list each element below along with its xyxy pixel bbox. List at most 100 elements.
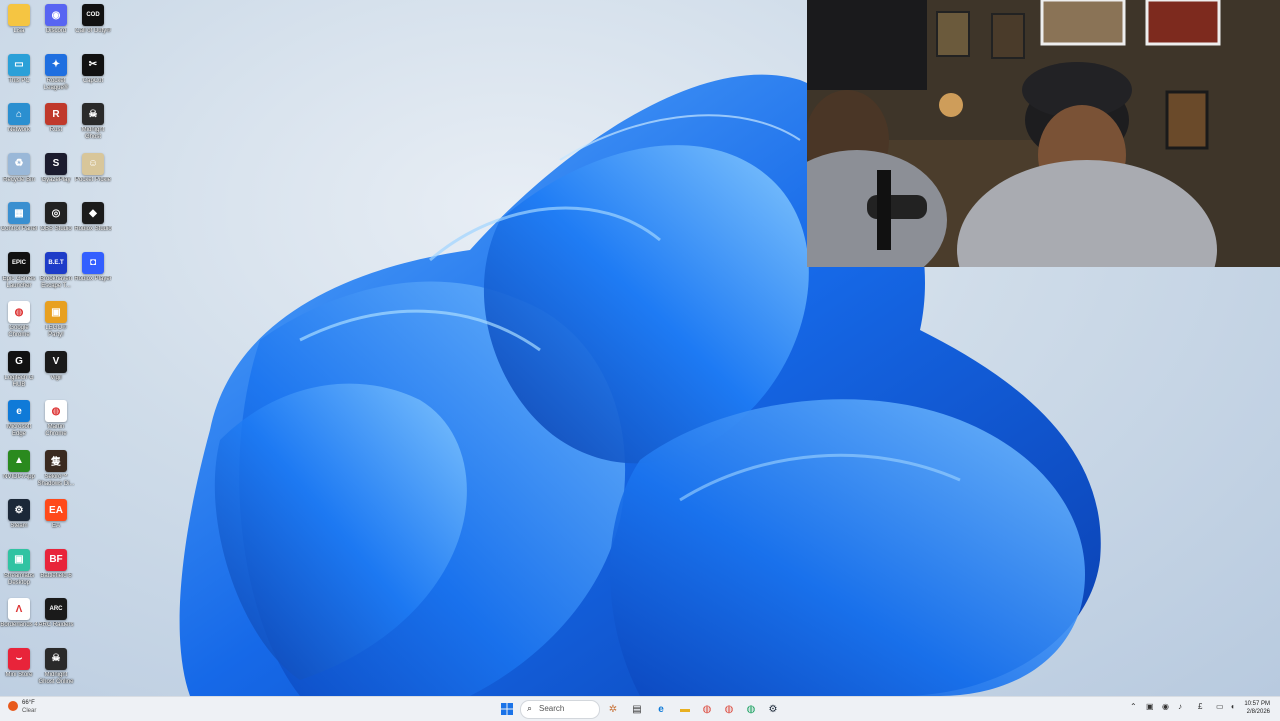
desktop-icon-rust[interactable]: R Rust bbox=[37, 103, 75, 153]
edge-taskbar[interactable]: e bbox=[652, 700, 670, 718]
chevron-up-icon[interactable]: ⌃ bbox=[1130, 702, 1137, 711]
nvidia-icon: ▲ bbox=[8, 449, 30, 472]
desktop-icon-label: Network bbox=[7, 127, 30, 133]
desktop-icon-rocket-league[interactable]: ✦ Rocket League® bbox=[37, 53, 75, 104]
discord-icon: ◉ bbox=[45, 4, 67, 26]
borderlands-icon: Λ bbox=[8, 598, 30, 620]
pocket-pickle-icon: ☺ bbox=[82, 152, 104, 175]
desktop-icon-chrome[interactable]: ◍ Google Chrome bbox=[0, 301, 38, 351]
desktop: Lisa ◉ Discord COD Call of Duty® ▭ This PC ✦ Roc… bbox=[0, 0, 1280, 696]
desktop-icon-capcut[interactable]: ✂ CapCut bbox=[74, 53, 112, 104]
desktop-icon-label: Vigil bbox=[50, 374, 62, 381]
steam-icon: ⚙ bbox=[8, 499, 30, 521]
copilot-button[interactable]: ✲ bbox=[604, 700, 622, 718]
desktop-icon-midnight-ghost-online[interactable]: ☠ Midnight Ghost Online bbox=[37, 647, 75, 697]
desktop-icon-label: Roblox Studio bbox=[74, 226, 112, 232]
chrome-icon: ◍ bbox=[702, 703, 712, 715]
weather-icon bbox=[8, 701, 18, 711]
rust-icon: R bbox=[45, 103, 67, 125]
steam-icon: ⚙ bbox=[768, 703, 778, 715]
call-of-duty-icon: COD bbox=[82, 4, 104, 26]
sekiro-icon: 隻 bbox=[45, 449, 67, 472]
desktop-icon-label: Discord bbox=[45, 28, 67, 34]
start-button[interactable] bbox=[498, 700, 516, 718]
desktop-icon-label: Call of Duty® bbox=[75, 28, 111, 34]
desktop-icon-epic-games[interactable]: EPIC Epic Games Launcher bbox=[0, 251, 38, 302]
desktop-icon-pocket-pickle[interactable]: ☺ Pocket Pickle bbox=[74, 152, 112, 203]
taskbar: 66°F Clear ⌕ Search ✲ ▤ e ▬ ◍ ◍ ◍ ⚙ ⌃ ▣ … bbox=[0, 696, 1280, 721]
desktop-icon-label: This PC bbox=[8, 77, 30, 84]
mini-store-icon: ⌣ bbox=[8, 647, 30, 670]
desktop-icon-label: Battlefield 6 bbox=[40, 572, 72, 579]
desktop-icon-lego-party[interactable]: ▣ LEGO® Party! bbox=[37, 301, 75, 351]
desktop-icon-midnight-ghost[interactable]: ☠ Midnight Ghost bbox=[74, 103, 112, 153]
logitech-icon: G bbox=[8, 350, 30, 373]
desktop-icon-vigil[interactable]: V Vigil bbox=[37, 350, 75, 401]
desktop-icon-recycle-bin[interactable]: ♻ Recycle Bin bbox=[0, 152, 38, 203]
desktop-icon-gyaze[interactable]: S GyazePlay bbox=[37, 152, 75, 203]
desktop-icon-ea[interactable]: EA EA bbox=[37, 499, 75, 549]
task-view-button[interactable]: ▤ bbox=[628, 700, 646, 718]
desktop-icon-discord[interactable]: ◉ Discord bbox=[37, 4, 75, 54]
desktop-icon-control-panel[interactable]: ▦ Control Panel bbox=[0, 202, 38, 252]
desktop-icon-roblox-studio[interactable]: ◆ Roblox Studio bbox=[74, 202, 112, 252]
lego-party-icon: ▣ bbox=[45, 301, 67, 323]
steam-taskbar[interactable]: ⚙ bbox=[764, 700, 782, 718]
desktop-icon-logitech[interactable]: G Logitech G HUB bbox=[0, 350, 38, 401]
weather-widget[interactable]: 66°F Clear bbox=[8, 700, 48, 718]
taskbar-search[interactable]: ⌕ Search bbox=[520, 700, 600, 719]
desktop-icon-label: Mini Store bbox=[5, 671, 33, 678]
desktop-icon-label: OBS Studio bbox=[40, 226, 72, 232]
tray-app-icon[interactable]: ◉ bbox=[1162, 702, 1169, 711]
search-icon: ⌕ bbox=[527, 703, 533, 713]
computer-icon: ▭ bbox=[8, 53, 30, 76]
desktop-icon-label: Midnight Ghost bbox=[81, 127, 105, 140]
desktop-icon-battlefield[interactable]: BF Battlefield 6 bbox=[37, 548, 75, 599]
weather-temp: 66°F bbox=[22, 700, 35, 706]
obs-icon: ◎ bbox=[45, 202, 67, 224]
chrome-profile-taskbar[interactable]: ◍ bbox=[720, 700, 738, 718]
desktop-icon-folder[interactable]: Lisa bbox=[0, 4, 38, 54]
clock-time: 10:57 PM bbox=[1244, 701, 1270, 707]
file-explorer-taskbar[interactable]: ▬ bbox=[676, 700, 694, 718]
clock[interactable]: 10:57 PM 2/8/2026 bbox=[1244, 700, 1270, 716]
chrome-profile2-taskbar[interactable]: ◍ bbox=[742, 700, 760, 718]
desktop-icon-edge[interactable]: e Microsoft Edge bbox=[0, 400, 38, 450]
desktop-icon-label: Roblox Player bbox=[74, 275, 112, 282]
language-icon[interactable]: £ bbox=[1198, 702, 1202, 711]
edge-icon: e bbox=[8, 400, 30, 422]
network-icon[interactable]: ▭ bbox=[1216, 702, 1224, 711]
desktop-icon-obs[interactable]: ◎ OBS Studio bbox=[37, 202, 75, 252]
weather-condition: Clear bbox=[22, 708, 37, 714]
desktop-icon-arc-raiders[interactable]: ARC ARC Raiders bbox=[37, 598, 75, 648]
desktop-icon-label: Control Panel bbox=[0, 226, 38, 232]
microphone-icon[interactable]: ♪ bbox=[1178, 702, 1182, 711]
folder-icon bbox=[8, 4, 30, 26]
desktop-icon-bet[interactable]: B.E.T Brookhaven Escape T... bbox=[37, 251, 75, 302]
desktop-icon-label: Martin Chrome bbox=[45, 424, 67, 437]
desktop-icon-label: Rust bbox=[49, 127, 63, 133]
chrome-taskbar[interactable]: ◍ bbox=[698, 700, 716, 718]
desktop-icon-steam[interactable]: ⚙ Steam bbox=[0, 499, 38, 549]
rocket-league-icon: ✦ bbox=[45, 53, 67, 76]
desktop-icon-mini-store[interactable]: ⌣ Mini Store bbox=[0, 647, 38, 697]
midnight-ghost-icon: ☠ bbox=[82, 103, 104, 125]
copilot-icon: ✲ bbox=[608, 703, 618, 715]
desktop-icon-computer[interactable]: ▭ This PC bbox=[0, 53, 38, 104]
desktop-icon-network[interactable]: ⌂ Network bbox=[0, 103, 38, 153]
tray-app-icon[interactable]: ▣ bbox=[1146, 702, 1154, 711]
chrome-icon: ◍ bbox=[8, 301, 30, 323]
control-panel-icon: ▦ bbox=[8, 202, 30, 224]
desktop-icon-streamlabs[interactable]: ▣ Streamlabs Desktop bbox=[0, 548, 38, 599]
desktop-icon-borderlands[interactable]: Λ Borderlands 4 bbox=[0, 598, 38, 648]
arc-raiders-icon: ARC bbox=[45, 598, 67, 620]
desktop-icon-chrome-profile[interactable]: ◍ Martin Chrome bbox=[37, 400, 75, 450]
desktop-icon-nvidia[interactable]: ▲ NVIDIA App bbox=[0, 449, 38, 500]
desktop-icon-label: CapCut bbox=[82, 77, 104, 84]
desktop-icon-call-of-duty[interactable]: COD Call of Duty® bbox=[74, 4, 112, 54]
desktop-icon-label: Pocket Pickle bbox=[74, 176, 111, 183]
desktop-icon-label: EA bbox=[51, 523, 60, 529]
desktop-icon-sekiro[interactable]: 隻 Sekiro™ Shadows Di... bbox=[37, 449, 75, 500]
desktop-icon-roblox-player[interactable]: ◘ Roblox Player bbox=[74, 251, 112, 302]
volume-icon[interactable]: ◖ bbox=[1230, 702, 1235, 711]
